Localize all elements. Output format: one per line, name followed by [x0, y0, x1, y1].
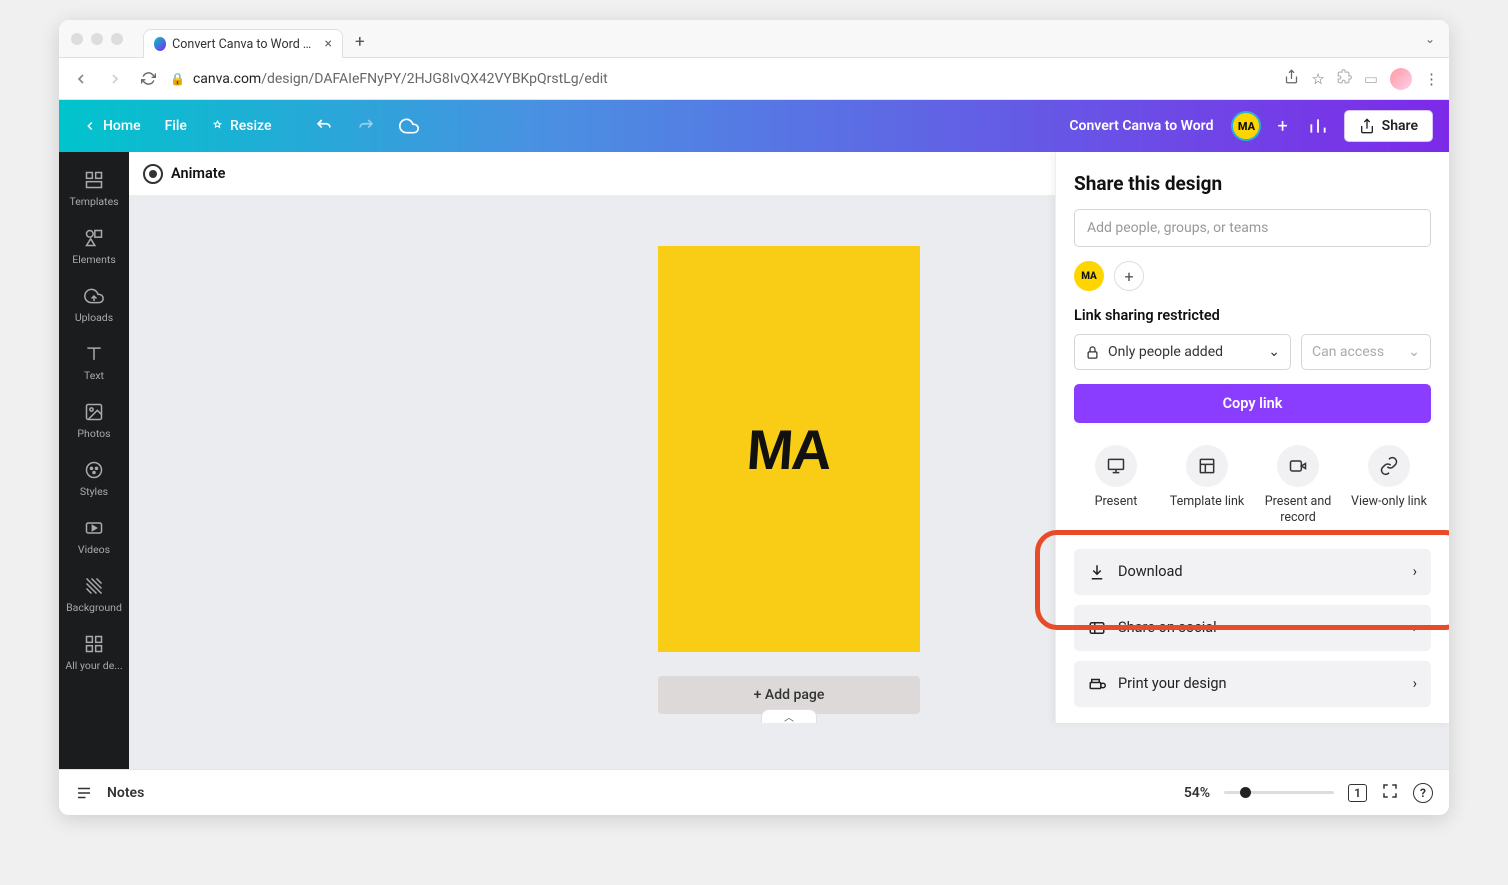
- reload-icon[interactable]: [137, 67, 160, 90]
- record-icon: [1277, 445, 1319, 487]
- templates-tab[interactable]: Templates: [59, 160, 129, 218]
- undo-button[interactable]: [307, 111, 341, 141]
- permission-select[interactable]: Can access ⌄: [1301, 334, 1431, 370]
- insights-button[interactable]: [1300, 110, 1336, 142]
- zoom-slider[interactable]: [1224, 791, 1334, 794]
- chevron-down-icon: ⌄: [1408, 344, 1420, 360]
- bookmark-icon[interactable]: ☆: [1311, 70, 1324, 88]
- notes-icon: [75, 784, 93, 802]
- animate-icon: [143, 164, 163, 184]
- help-icon[interactable]: ?: [1413, 783, 1433, 803]
- videos-tab[interactable]: Videos: [59, 508, 129, 566]
- present-icon: [1095, 445, 1137, 487]
- browser-titlebar: Convert Canva to Word - Flyer × + ⌄: [59, 20, 1449, 58]
- design-page[interactable]: MA: [658, 246, 920, 652]
- canva-favicon-icon: [154, 37, 166, 51]
- zoom-value[interactable]: 54%: [1184, 785, 1210, 801]
- share-label: Share: [1382, 118, 1418, 134]
- text-tab[interactable]: Text: [59, 334, 129, 392]
- template-link-action[interactable]: Template link: [1165, 445, 1249, 527]
- reader-icon[interactable]: ▭: [1364, 70, 1378, 88]
- app-header: Home File Resize Convert Canva to Word M…: [59, 100, 1449, 152]
- design-text[interactable]: MA: [745, 417, 833, 482]
- share-page-icon[interactable]: [1284, 69, 1299, 88]
- document-title[interactable]: Convert Canva to Word: [1069, 118, 1213, 134]
- share-panel-title: Share this design: [1074, 172, 1431, 195]
- close-tab-icon[interactable]: ×: [325, 36, 332, 52]
- file-menu[interactable]: File: [157, 112, 195, 140]
- share-panel: Share this design MA + Link sharing rest…: [1055, 152, 1449, 723]
- collapse-footer-tab[interactable]: ︿: [761, 709, 817, 723]
- people-row: MA +: [1074, 261, 1431, 291]
- notes-button[interactable]: Notes: [107, 785, 144, 801]
- chevron-right-icon: ›: [1413, 563, 1417, 580]
- new-tab-button[interactable]: +: [355, 32, 365, 52]
- fullscreen-icon[interactable]: [1381, 782, 1399, 804]
- add-person-button[interactable]: +: [1114, 261, 1144, 291]
- cloud-save-icon[interactable]: [391, 110, 427, 142]
- browser-address-bar: 🔒 canva.com/design/DAFAIeFNyPY/2HJG8IvQX…: [59, 58, 1449, 100]
- chevron-right-icon: ›: [1413, 675, 1417, 692]
- lock-icon: 🔒: [170, 72, 185, 86]
- window-controls: [71, 33, 123, 45]
- share-social-item[interactable]: Share on social ›: [1074, 605, 1431, 651]
- home-button[interactable]: Home: [75, 112, 149, 140]
- kebab-menu-icon[interactable]: ⋮: [1424, 70, 1439, 88]
- url-host: canva.com: [193, 71, 261, 87]
- chevron-down-icon: ⌄: [1268, 344, 1280, 360]
- footer-bar: Notes 54% 1 ?: [59, 769, 1449, 815]
- url-field[interactable]: 🔒 canva.com/design/DAFAIeFNyPY/2HJG8IvQX…: [170, 71, 1274, 87]
- present-record-action[interactable]: Present and record: [1256, 445, 1340, 527]
- add-people-input[interactable]: [1074, 209, 1431, 247]
- browser-window: Convert Canva to Word - Flyer × + ⌄ 🔒 ca…: [59, 20, 1449, 815]
- link-access-select[interactable]: Only people added ⌄: [1074, 334, 1291, 370]
- minimize-window-dot[interactable]: [91, 33, 103, 45]
- zoom-thumb[interactable]: [1240, 787, 1251, 798]
- background-tab[interactable]: Background: [59, 566, 129, 624]
- profile-avatar-icon[interactable]: [1390, 68, 1412, 90]
- all-designs-tab[interactable]: All your de...: [59, 624, 129, 682]
- resize-label: Resize: [230, 118, 272, 134]
- add-collaborator-icon[interactable]: +: [1277, 116, 1287, 137]
- link-icon: [1368, 445, 1410, 487]
- maximize-window-dot[interactable]: [111, 33, 123, 45]
- styles-tab[interactable]: Styles: [59, 450, 129, 508]
- copy-link-button[interactable]: Copy link: [1074, 384, 1431, 423]
- resize-button[interactable]: Resize: [203, 112, 280, 140]
- main-area: Templates Elements Uploads Text Photos S…: [59, 152, 1449, 769]
- browser-tab[interactable]: Convert Canva to Word - Flyer ×: [143, 29, 343, 58]
- redo-button[interactable]: [349, 111, 383, 141]
- link-sharing-label: Link sharing restricted: [1074, 307, 1431, 324]
- browser-actions: ☆ ▭ ⋮: [1284, 68, 1439, 90]
- print-design-item[interactable]: Print your design ›: [1074, 661, 1431, 707]
- forward-icon: [103, 67, 127, 91]
- file-label: File: [165, 118, 187, 134]
- extensions-icon[interactable]: [1337, 69, 1352, 88]
- tab-title: Convert Canva to Word - Flyer: [172, 37, 314, 52]
- close-window-dot[interactable]: [71, 33, 83, 45]
- owner-avatar[interactable]: MA: [1074, 261, 1104, 291]
- back-icon[interactable]: [69, 67, 93, 91]
- view-only-action[interactable]: View-only link: [1347, 445, 1431, 527]
- tab-list-chevron-icon[interactable]: ⌄: [1425, 32, 1435, 46]
- template-link-icon: [1186, 445, 1228, 487]
- download-item[interactable]: Download ›: [1074, 549, 1431, 595]
- present-action[interactable]: Present: [1074, 445, 1158, 527]
- share-button[interactable]: Share: [1344, 110, 1433, 142]
- animate-label[interactable]: Animate: [171, 165, 225, 182]
- share-actions-row: Present Template link Present and record…: [1074, 445, 1431, 527]
- social-icon: [1088, 619, 1106, 637]
- download-icon: [1088, 563, 1106, 581]
- elements-tab[interactable]: Elements: [59, 218, 129, 276]
- uploads-tab[interactable]: Uploads: [59, 276, 129, 334]
- photos-tab[interactable]: Photos: [59, 392, 129, 450]
- home-label: Home: [103, 118, 141, 134]
- page-grid-icon[interactable]: 1: [1348, 784, 1367, 802]
- object-panel: Templates Elements Uploads Text Photos S…: [59, 152, 129, 769]
- print-icon: [1088, 675, 1106, 693]
- url-path: /design/DAFAIeFNyPY/2HJG8IvQX42VYBKpQrst…: [261, 71, 608, 87]
- chevron-right-icon: ›: [1413, 619, 1417, 636]
- user-avatar-badge[interactable]: MA: [1231, 111, 1261, 141]
